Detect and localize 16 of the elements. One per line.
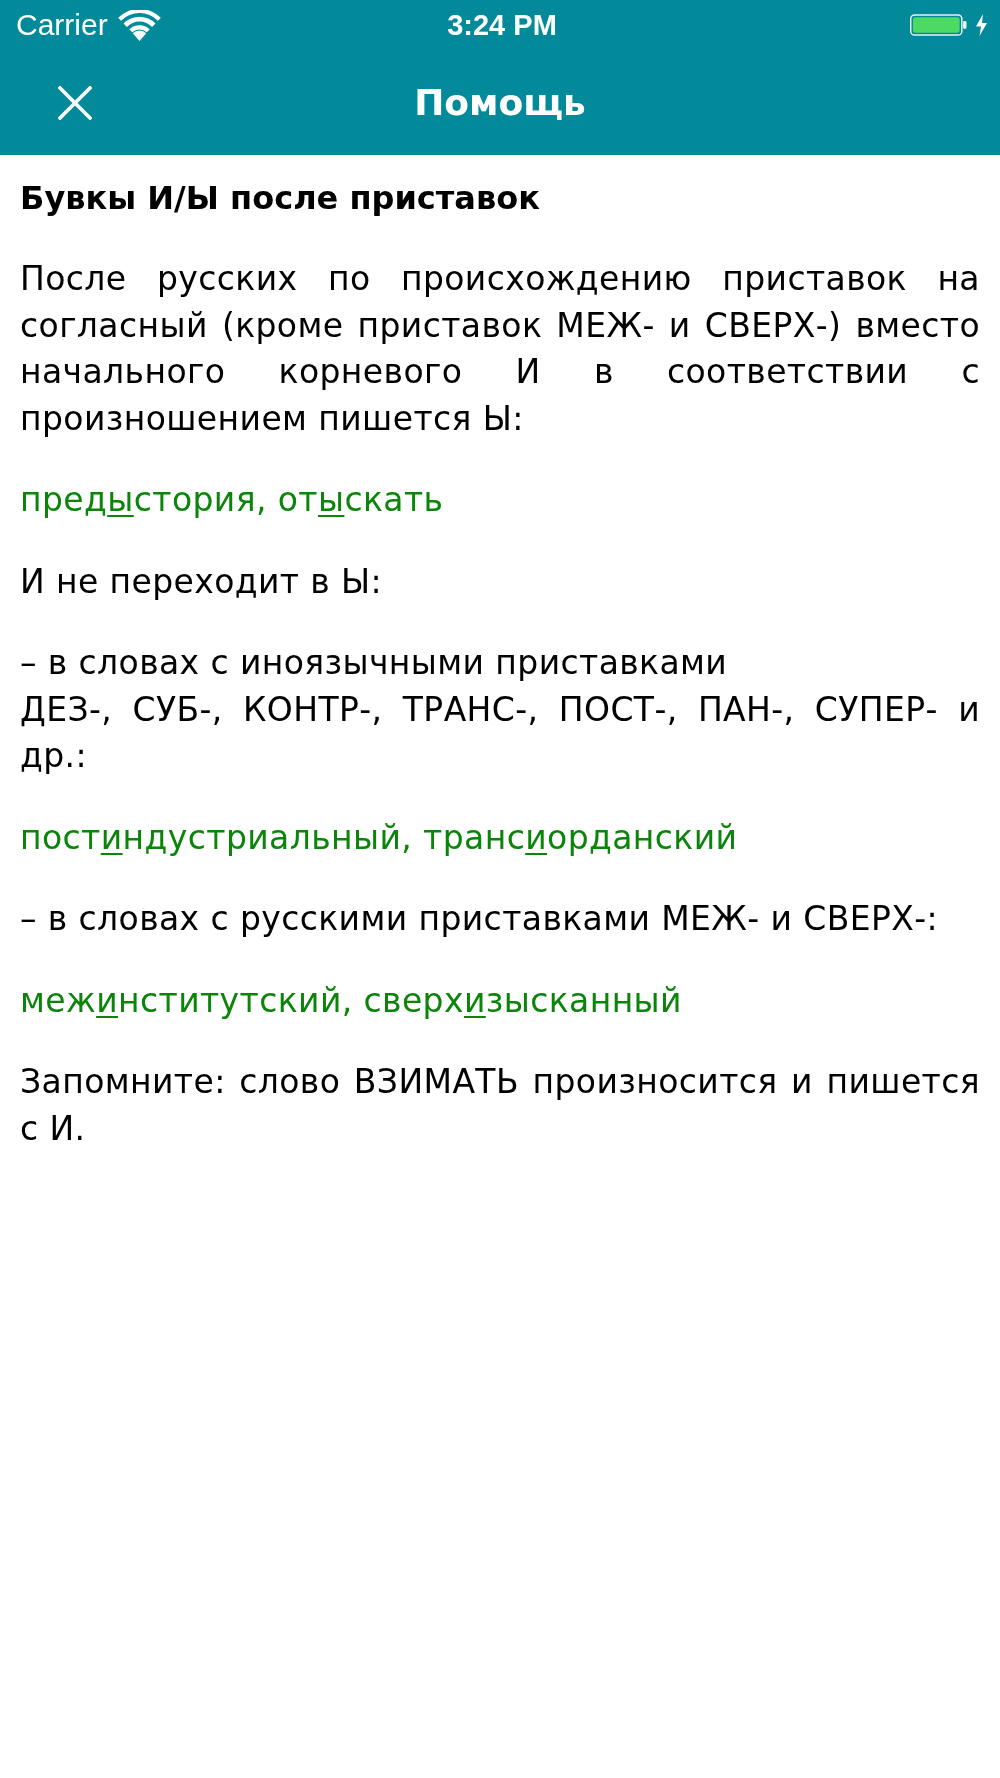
close-icon (58, 85, 92, 120)
rule-paragraph: Запомните: слово ВЗИМАТЬ произносится и пишется с И. (20, 1061, 980, 1150)
battery-icon (910, 14, 967, 36)
bolt-icon (975, 14, 988, 36)
article-title: Бувкы И/Ы после приставок (20, 178, 541, 219)
example-words: постиндустриальный, трансиорданский (20, 816, 739, 859)
example-words: предыстория, отыскать (20, 479, 445, 521)
wifi-icon (117, 9, 161, 41)
rule-paragraph: – в словах с иноязычными приставками ДЕЗ-, СУБ-, КОНТР-, ТРАНС-, ПОСТ-, ПАН-, СУПЕР- и др.: (20, 642, 980, 777)
carrier-name: Carrier (16, 8, 108, 42)
rule-paragraph: После русских по происхождению приставок на согласный (кроме приставок МЕЖ- и СВЕРХ-) вместо начального корневого И в соответствии с произношением пишется Ы: (20, 258, 980, 440)
example-words: межинститутский, сверхизысканный (20, 979, 683, 1022)
rule-paragraph: – в словах с русскими приставками МЕЖ- и СВЕРХ-: (20, 898, 940, 940)
nav-title: Помощь (414, 80, 586, 125)
rule-paragraph: И не переходит в Ы: (20, 560, 384, 603)
status-time: 3:24 PM (447, 8, 557, 42)
